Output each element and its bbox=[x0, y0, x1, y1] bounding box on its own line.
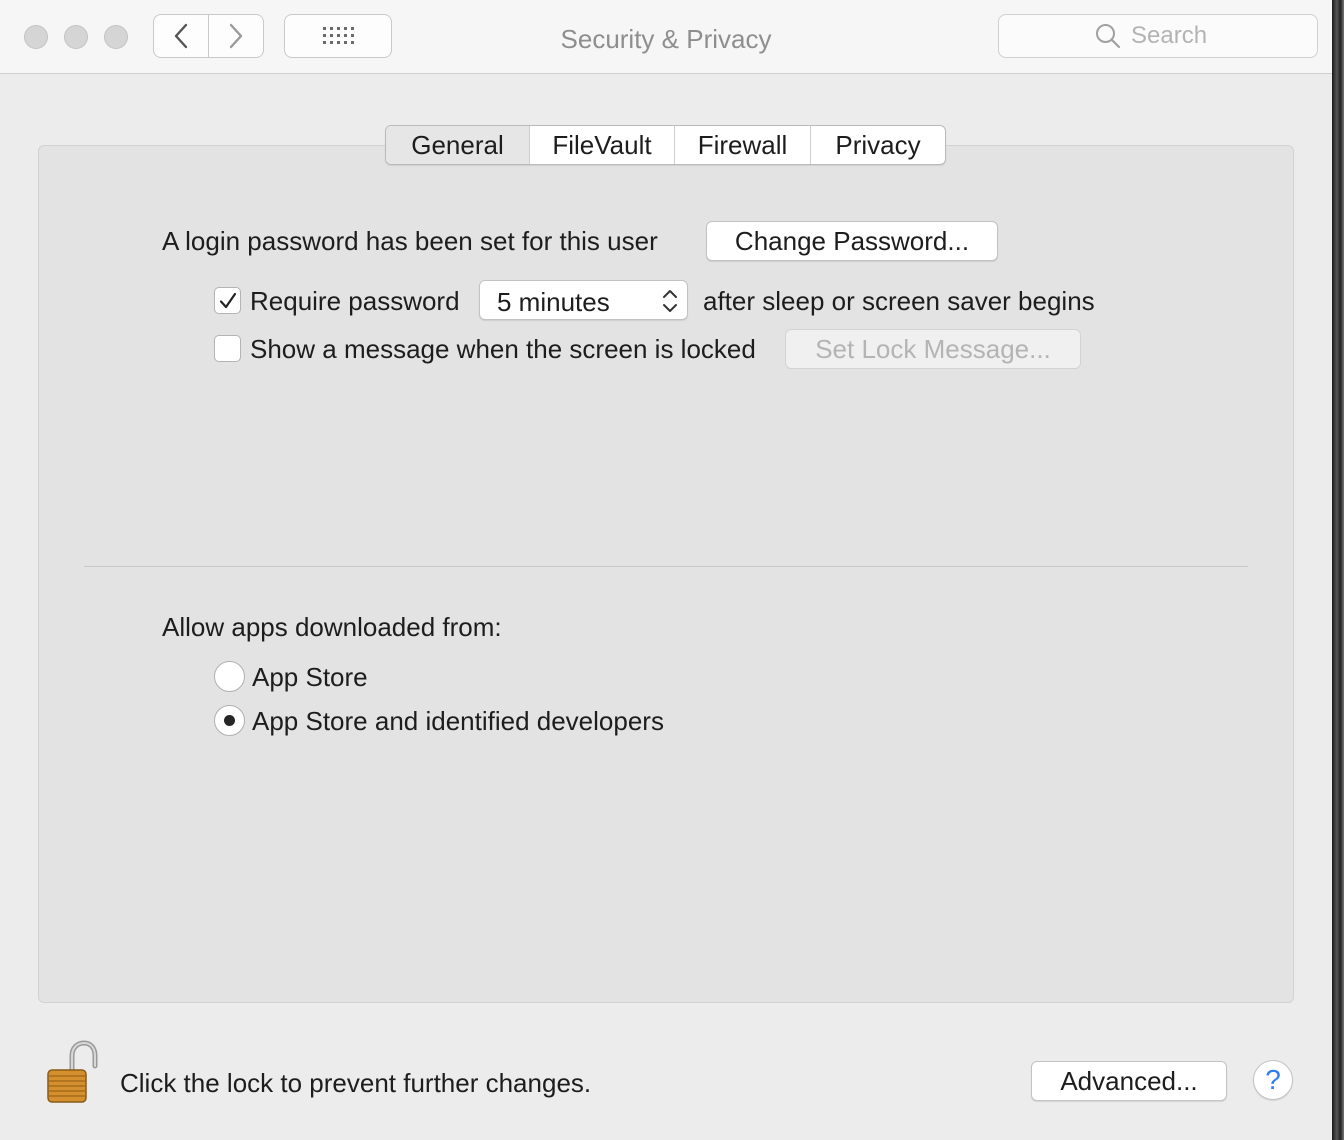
search-field[interactable] bbox=[998, 14, 1318, 58]
tab-privacy[interactable]: Privacy bbox=[810, 126, 945, 164]
checkmark-icon bbox=[219, 292, 236, 308]
radio-app-store-label: App Store bbox=[252, 662, 368, 692]
require-password-label: Require password bbox=[250, 286, 460, 316]
advanced-button[interactable]: Advanced... bbox=[1031, 1061, 1227, 1101]
section-divider bbox=[84, 566, 1248, 567]
lock-message-label: Show a message when the screen is locked bbox=[250, 334, 756, 364]
search-icon bbox=[1096, 24, 1121, 49]
lock-message-checkbox[interactable] bbox=[214, 335, 241, 362]
general-pane bbox=[38, 145, 1294, 1003]
set-lock-message-button[interactable]: Set Lock Message... bbox=[785, 329, 1081, 369]
tab-firewall[interactable]: Firewall bbox=[674, 126, 810, 164]
tab-general[interactable]: General bbox=[386, 126, 529, 164]
require-password-delay-popup[interactable]: 5 minutes bbox=[479, 280, 688, 320]
radio-app-store[interactable] bbox=[214, 661, 245, 692]
lock-status-text: Click the lock to prevent further change… bbox=[120, 1068, 592, 1098]
help-button[interactable]: ? bbox=[1253, 1060, 1293, 1100]
tab-filevault[interactable]: FileVault bbox=[529, 126, 674, 164]
allow-apps-heading: Allow apps downloaded from: bbox=[162, 612, 502, 642]
desktop-background-edge bbox=[1332, 0, 1344, 1140]
radio-identified-developers-label: App Store and identified developers bbox=[252, 706, 664, 736]
title-bar: Security & Privacy bbox=[0, 0, 1332, 74]
require-password-suffix: after sleep or screen saver begins bbox=[703, 286, 1095, 316]
search-input[interactable] bbox=[1131, 22, 1221, 50]
unlocked-padlock-icon[interactable] bbox=[44, 1040, 100, 1106]
delay-selected-value: 5 minutes bbox=[497, 287, 610, 317]
radio-identified-developers[interactable] bbox=[214, 705, 245, 736]
security-privacy-window: Security & Privacy General FileVault Fir… bbox=[0, 0, 1332, 1140]
updown-arrows-icon bbox=[663, 290, 677, 312]
change-password-button[interactable]: Change Password... bbox=[706, 221, 998, 261]
require-password-checkbox[interactable] bbox=[214, 287, 241, 314]
radio-selected-dot bbox=[224, 715, 235, 726]
login-password-status: A login password has been set for this u… bbox=[162, 226, 658, 256]
tab-bar: General FileVault Firewall Privacy bbox=[385, 125, 946, 165]
